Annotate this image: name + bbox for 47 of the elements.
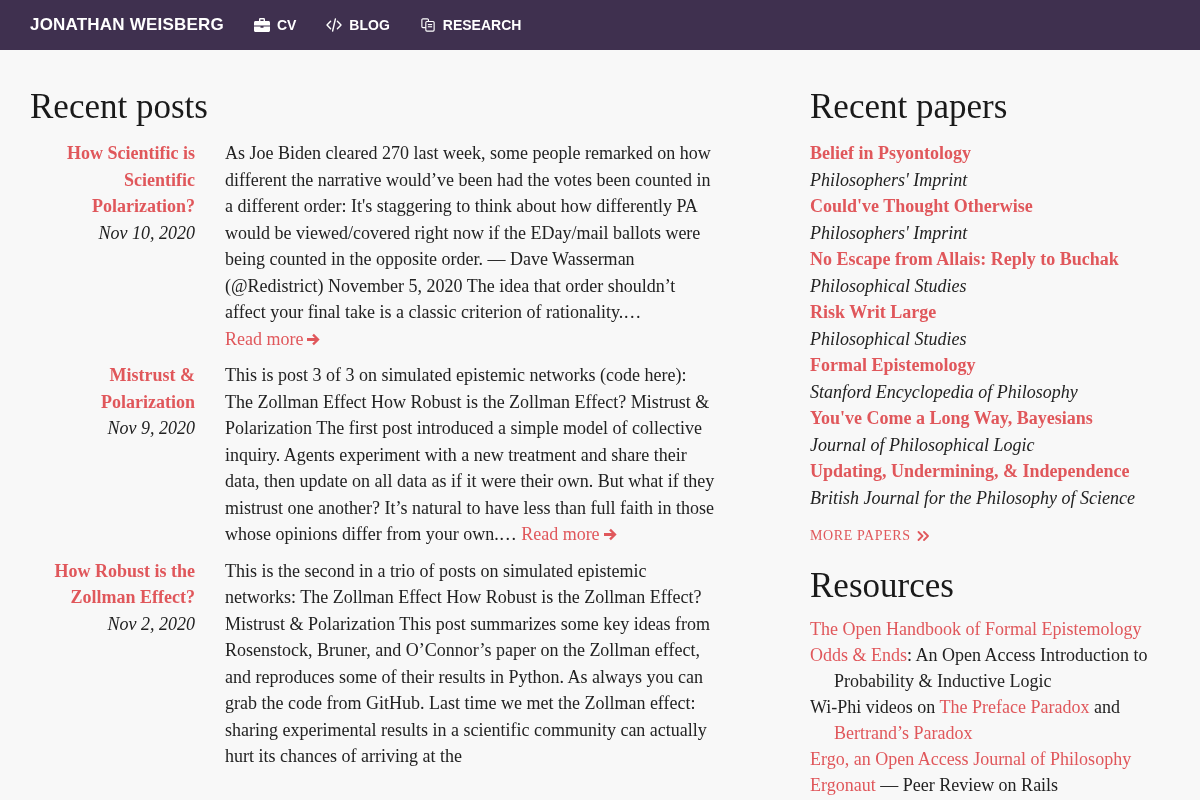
paper-venue: Stanford Encyclopedia of Philosophy [810, 380, 1078, 404]
read-more-link[interactable]: Read more [521, 524, 618, 544]
post-date: Nov 9, 2020 [106, 417, 195, 440]
paper-title-link[interactable]: Risk Writ Large [810, 299, 937, 326]
post-date: Nov 2, 2020 [106, 612, 195, 636]
briefcase-icon [253, 18, 270, 32]
resource-item: Ergonaut — Peer Review on Rails [810, 774, 1060, 797]
resource-link[interactable]: The Preface Paradox [939, 697, 1090, 717]
code-icon [326, 18, 343, 32]
resource-link[interactable]: Ergo, an Open Access Journal of Philosophy [810, 749, 1132, 769]
post-title-link[interactable]: How Robust is the Zollman Effect? [30, 557, 195, 611]
arrow-right-icon [602, 528, 618, 541]
post-date: Nov 10, 2020 [97, 221, 195, 245]
post-excerpt: This is the second in a trio of posts on simulated epistemic networks: The Zollman Effect How Robust is the Zollman Effect? Mistrust & Polarization This post summarizes some key ideas from Rosenstock, Bruner, and O’Connor’s paper on the Zollman effect, and reproduces some of their results in Python. As always you can grab the code from GitHub. Last time we met the Zollman effect: sharing experimental results in a scientific community can actually hurt its chances of arriving at the [225, 559, 712, 768]
paper-title-link[interactable]: Formal Epistemology [810, 352, 976, 379]
post-excerpt: This is post 3 of 3 on simulated epistemic networks (code here): The Zollman Effect How Robust is the Zollman Effect? Mistrust & Polarization The first post introduced a simple model of collective inquiry. Agents experiment with a new treatment and share their data, then update on all data as if it were their own. But what if they mistrust one another? It’s natural to have less than full faith in those whose opinions differ from your own.… Read more [225, 364, 715, 546]
section-heading: Recent posts [30, 86, 209, 128]
paper-title-link[interactable]: You've Come a Long Way, Bayesians [810, 405, 1093, 432]
nav-link[interactable]: CV [253, 17, 297, 33]
more-papers-link[interactable]: MORE PAPERS [810, 526, 930, 546]
resource-link[interactable]: Odds & Ends [810, 645, 907, 665]
paper-title-link[interactable]: Updating, Undermining, & Independence [810, 458, 1130, 485]
nav-link[interactable]: RESEARCH [419, 17, 522, 33]
resource-item: Wi-Phi videos on The Preface Paradox and Bertrand’s Paradox [810, 696, 1121, 745]
paper-venue: Journal of Philosophical Logic [810, 433, 1035, 457]
resource-link[interactable]: Ergonaut [810, 775, 876, 795]
section-heading: Recent papers [810, 86, 1009, 128]
paper-venue: Philosophers' Imprint [810, 221, 968, 245]
nav-link[interactable]: BLOG [326, 17, 390, 33]
arrow-right-icon [306, 332, 322, 346]
paper-title-link[interactable]: Could've Thought Otherwise [810, 193, 1033, 220]
paper-venue: Philosophical Studies [810, 274, 967, 298]
paper-title-link[interactable]: Belief in Psyontology [810, 140, 971, 167]
paper-venue: Philosophical Studies [810, 327, 967, 351]
double-chevron-icon [916, 531, 930, 541]
resource-link[interactable]: The Open Handbook of Formal Epistemology [810, 619, 1142, 639]
section-heading: Resources [810, 565, 955, 607]
paper-venue: Philosophers' Imprint [810, 168, 968, 192]
post-title-link[interactable]: How Scientific is Scientific Polarization? [30, 140, 195, 220]
paper-title-link[interactable]: No Escape from Allais: Reply to Buchak [810, 246, 1119, 273]
resource-link[interactable]: Bertrand’s Paradox [834, 723, 973, 743]
post-title-link[interactable]: Mistrust & Polarization [30, 362, 195, 415]
documents-icon [419, 18, 436, 32]
site-title-link[interactable]: JONATHAN WEISBERG [30, 15, 224, 35]
paper-venue: British Journal for the Philosophy of Science [810, 486, 1135, 510]
read-more-link[interactable]: Read more [225, 328, 322, 349]
post-excerpt: As Joe Biden cleared 270 last week, some people remarked on how different the narrative would’ve been had the votes been counted in a different order: It's staggering to think about how differently PA would be viewed/covered right now if the EDay/mail ballots were being counted in the opposite order. — Dave Wasserman (@Redistrict) November 5, 2020 The idea that order shouldn’t affect your final take is a classic criterion of rationality.… Read more [225, 142, 712, 351]
